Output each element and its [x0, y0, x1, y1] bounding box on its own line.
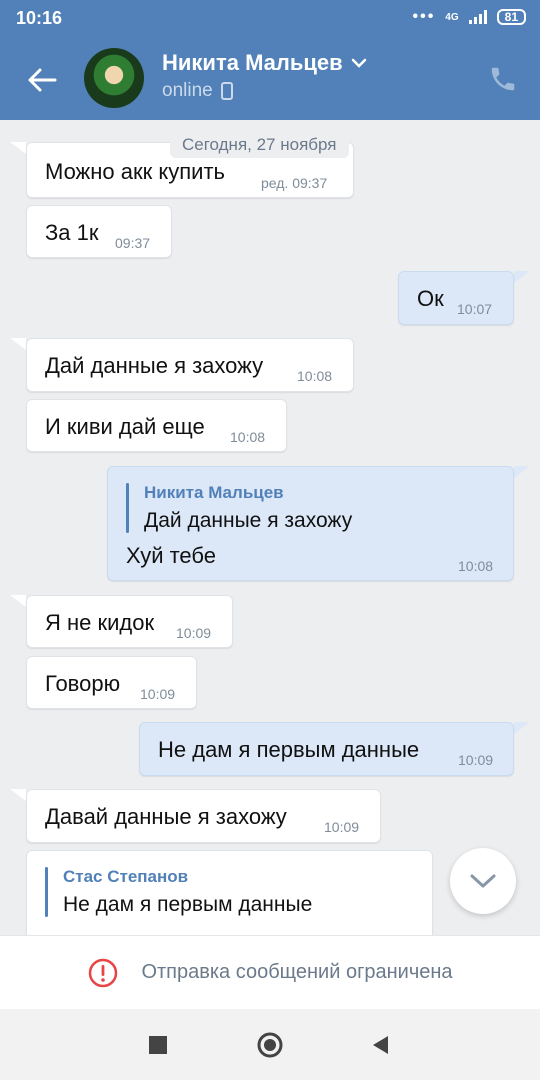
- home-button[interactable]: [256, 1031, 284, 1059]
- message-text: Давай данные я захожу: [45, 804, 287, 829]
- chevron-down-icon: [351, 58, 366, 68]
- scroll-down-button[interactable]: [450, 848, 516, 914]
- bubble-tail: [10, 142, 26, 154]
- message-time: ред. 09:37: [261, 175, 328, 191]
- phone-icon[interactable]: [488, 64, 518, 94]
- message-incoming[interactable]: Я не кидок 10:09: [26, 595, 233, 648]
- message-incoming[interactable]: Говорю 10:09: [26, 656, 197, 709]
- message-outgoing[interactable]: Ок 10:07: [398, 271, 514, 325]
- bubble-tail: [10, 595, 26, 607]
- bubble-tail: [10, 789, 26, 801]
- message-time: 10:09: [324, 819, 360, 835]
- alert-circle-icon: [89, 958, 118, 987]
- message-incoming[interactable]: За 1к 09:37: [26, 205, 172, 258]
- back-nav-button[interactable]: [366, 1031, 394, 1059]
- bubble-tail: [514, 466, 530, 478]
- message-text: Дай данные я захожу: [45, 353, 264, 378]
- status-icons: ••• 4G 81: [412, 8, 526, 26]
- presence-status: online: [162, 80, 233, 102]
- contact-name: Никита Мальцев: [162, 50, 343, 75]
- mobile-device-icon: [220, 82, 233, 100]
- battery-icon: 81: [496, 9, 526, 25]
- circle-icon: [257, 1032, 283, 1058]
- square-icon: [149, 1036, 167, 1054]
- message-time: 10:07: [457, 301, 493, 317]
- app-header: 10:16 ••• 4G 81 Никита Мальцев online: [0, 0, 540, 120]
- message-text: За 1к: [45, 220, 99, 245]
- system-nav-bar: [0, 1009, 540, 1080]
- quote-text: Не дам я первым данные: [63, 893, 313, 916]
- chevron-down-icon: [470, 874, 496, 888]
- date-divider: Сегодня, 27 ноября: [170, 132, 349, 158]
- presence-text: online: [162, 80, 213, 101]
- quote-bar: [126, 483, 129, 533]
- avatar[interactable]: [84, 48, 144, 108]
- message-incoming[interactable]: Дай данные я захожу 10:08: [26, 338, 354, 392]
- arrow-left-icon: [28, 68, 57, 92]
- message-incoming[interactable]: Давай данные я захожу 10:09: [26, 789, 381, 843]
- message-text: Можно акк купить: [45, 159, 225, 184]
- message-incoming[interactable]: И киви дай еще 10:08: [26, 399, 287, 452]
- contact-name-button[interactable]: Никита Мальцев: [162, 50, 367, 76]
- quote-bar: [45, 867, 48, 917]
- message-text: Я не кидок: [45, 610, 155, 635]
- message-time: 09:37: [115, 235, 151, 251]
- message-time: 10:09: [140, 686, 176, 702]
- bubble-tail: [514, 271, 530, 283]
- message-outgoing[interactable]: Не дам я первым данные 10:09: [139, 722, 514, 776]
- quote-author[interactable]: Стас Степанов: [63, 867, 188, 887]
- quote-author[interactable]: Никита Мальцев: [144, 483, 284, 503]
- status-time: 10:16: [16, 8, 63, 28]
- message-time: 10:09: [176, 625, 212, 641]
- message-time: 10:09: [458, 752, 494, 768]
- triangle-back-icon: [373, 1036, 388, 1054]
- recent-apps-button[interactable]: [144, 1031, 172, 1059]
- message-time: 10:08: [458, 558, 494, 574]
- signal-icon: [468, 10, 487, 24]
- message-outgoing-reply[interactable]: Никита Мальцев Дай данные я захожу Хуй т…: [107, 466, 514, 581]
- quote-text: Дай данные я захожу: [144, 509, 353, 532]
- message-text: Хуй тебе: [126, 543, 216, 568]
- status-bar: 10:16 ••• 4G 81: [0, 0, 540, 38]
- back-button[interactable]: [24, 62, 60, 98]
- message-text: И киви дай еще: [45, 414, 205, 439]
- restricted-banner: Отправка сообщений ограничена: [0, 935, 540, 1009]
- restricted-text: Отправка сообщений ограничена: [141, 961, 453, 983]
- notification-dots-icon: •••: [412, 8, 436, 25]
- bubble-tail: [514, 722, 530, 734]
- message-text: Ок: [417, 286, 444, 311]
- message-time: 10:08: [230, 429, 266, 445]
- network-type: 4G: [445, 11, 459, 23]
- message-text: Не дам я первым данные: [158, 737, 420, 762]
- message-time: 10:08: [297, 368, 333, 384]
- message-text: Говорю: [45, 671, 121, 696]
- bubble-tail: [10, 338, 26, 350]
